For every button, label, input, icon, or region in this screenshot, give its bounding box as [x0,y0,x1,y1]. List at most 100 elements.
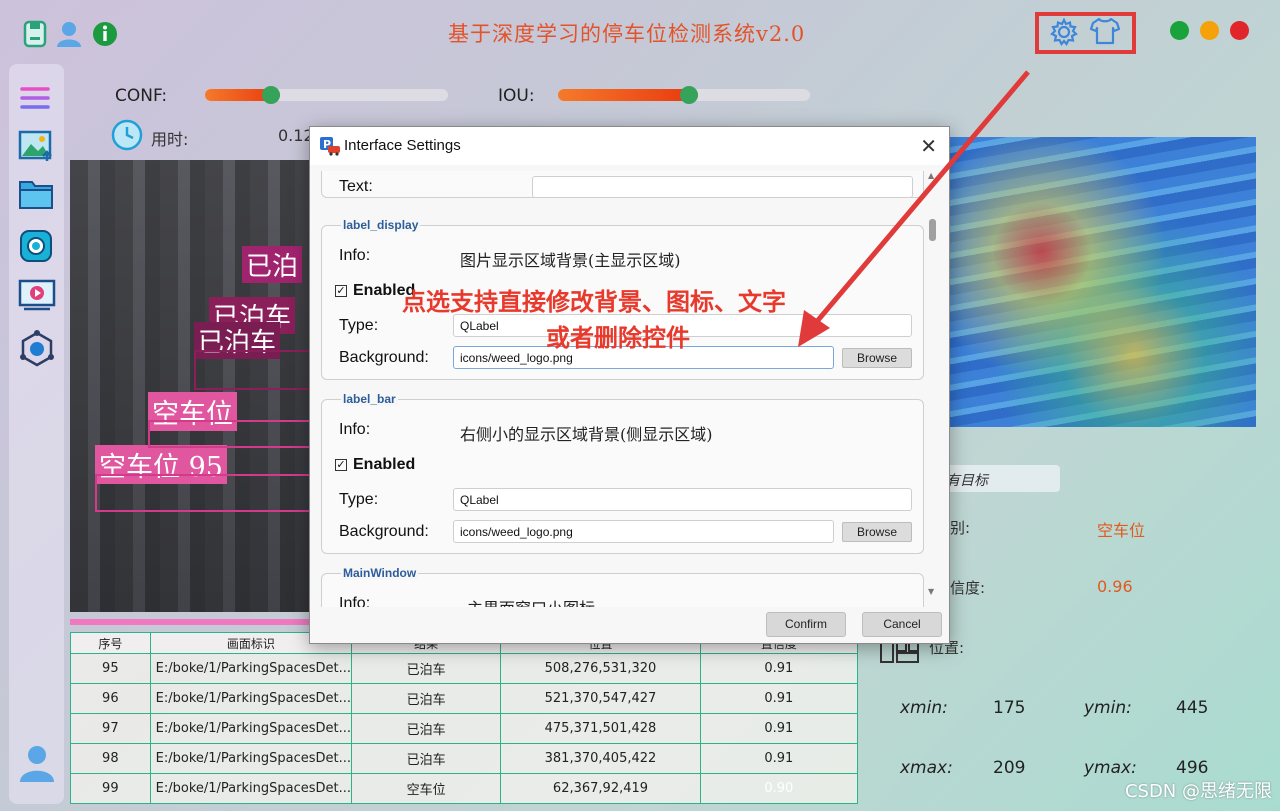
sidebar [9,64,64,804]
xmax-label: xmax: [900,758,953,778]
table-row[interactable]: 97 E:/boke/1/ParkingSpacesDet... 已泊车 475… [70,713,859,744]
conf-slider-handle[interactable] [262,86,280,104]
info-value: 右侧小的显示区域背景(侧显示区域) [460,425,713,444]
table-cell[interactable]: E:/boke/1/ParkingSpacesDet... [149,743,353,774]
avatar-icon[interactable] [19,744,59,784]
table-cell[interactable]: 已泊车 [351,653,502,684]
class-label: 别: [950,519,971,537]
ymin-label: ymin: [1084,698,1132,718]
ymax-value: 496 [1176,758,1209,778]
table-cell[interactable]: 381,370,405,422 [500,743,701,774]
table-cell[interactable]: 0.91 [699,743,859,774]
main-display-image: 已泊 已泊车 已泊车 空车位 空车位 95 [70,160,311,612]
iou-slider-fill [558,89,698,101]
table-cell[interactable]: 0.91 [699,653,859,684]
table-cell[interactable]: 95 [70,653,151,684]
table-cell[interactable]: 62,367,92,419 [500,773,701,804]
table-cell[interactable]: 空车位 [351,773,502,804]
checkbox-check-icon: ✓ [335,285,347,297]
confidence-label: 信度: [950,579,986,597]
table-cell[interactable]: E:/boke/1/ParkingSpacesDet... [149,653,353,684]
settings-highlight-box [1035,12,1136,54]
scroll-down-icon[interactable]: ▼ [928,587,934,596]
user-icon[interactable] [55,20,83,48]
video-icon[interactable] [18,277,58,317]
watermark: CSDN @思绪无限 [1124,781,1272,802]
settings-group-main-window: MainWindow Info: 主界面窗口小图标 [321,566,924,607]
results-table: 序号 画面标识 结果 位置 置信度 95 E:/boke/1/ParkingSp… [70,632,859,804]
iou-slider-handle[interactable] [680,86,698,104]
info-icon[interactable] [91,20,119,48]
ymin-value: 445 [1176,698,1209,718]
maximize-button[interactable] [1170,21,1189,40]
xmin-label: xmin: [900,698,948,718]
table-cell[interactable]: 0.91 [699,713,859,744]
confirm-button[interactable]: Confirm [766,612,846,637]
table-cell[interactable]: 0.91 [699,683,859,714]
table-cell[interactable]: 98 [70,743,151,774]
group-title: label_bar [341,392,398,406]
confidence-value: 0.96 [1097,577,1133,596]
xmin-value: 175 [993,698,1026,718]
settings-group-label-bar: label_bar Info: 右侧小的显示区域背景(侧显示区域) ✓ Enabl… [321,392,924,554]
menu-icon[interactable] [18,81,58,121]
info-label: Info: [339,421,371,438]
table-cell[interactable]: 521,370,547,427 [500,683,701,714]
camera-icon[interactable] [18,228,58,268]
annotation-arrow [798,70,1030,347]
dialog-title: Interface Settings [344,137,461,154]
table-row[interactable]: 98 E:/boke/1/ParkingSpacesDet... 已泊车 381… [70,743,859,774]
app-title: 基于深度学习的停车位检测系统v2.0 [448,22,806,46]
detection-label: 已泊 [242,246,303,283]
table-cell-selected[interactable]: 0.90 [699,773,859,804]
minimize-button[interactable] [1200,21,1219,40]
image-icon[interactable] [18,128,58,168]
time-label: 用时: [151,130,189,149]
checkbox-check-icon: ✓ [335,459,347,471]
table-cell[interactable]: 96 [70,683,151,714]
table-cell[interactable]: 97 [70,713,151,744]
table-cell[interactable]: 已泊车 [351,743,502,774]
enabled-checkbox[interactable]: ✓ Enabled [335,456,415,474]
table-row[interactable]: 99 E:/boke/1/ParkingSpacesDet... 空车位 62,… [70,773,859,804]
folder-icon[interactable] [18,177,58,217]
browse-button[interactable]: Browse [842,522,912,542]
table-row[interactable]: 96 E:/boke/1/ParkingSpacesDet... 已泊车 521… [70,683,859,714]
column-header[interactable]: 序号 [70,632,151,654]
table-row[interactable]: 95 E:/boke/1/ParkingSpacesDet... 已泊车 508… [70,653,859,684]
table-cell[interactable]: E:/boke/1/ParkingSpacesDet... [149,683,353,714]
table-cell[interactable]: E:/boke/1/ParkingSpacesDet... [149,713,353,744]
type-label: Type: [339,317,379,334]
conf-label: CONF: [115,86,168,106]
group-title: MainWindow [341,566,419,580]
detection-box [148,420,311,448]
background-label: Background: [339,349,429,366]
xmax-value: 209 [993,758,1026,778]
ymax-label: ymax: [1084,758,1137,778]
table-cell[interactable]: 已泊车 [351,683,502,714]
type-label: Type: [339,491,379,508]
annotation-text-line2: 或者删除控件 [546,324,690,352]
target-select[interactable]: 有目标 [940,465,1060,492]
conf-slider[interactable] [205,86,448,104]
cancel-button[interactable]: Cancel [862,612,942,637]
close-button[interactable] [1230,21,1249,40]
iou-label: IOU: [498,86,535,106]
save-icon[interactable] [22,20,50,48]
model-icon[interactable] [18,330,58,370]
parking-app-icon: P [319,136,341,156]
annotation-text-line1: 点选支持直接修改背景、图标、文字 [402,288,786,316]
enabled-label: Enabled [353,456,416,473]
type-input[interactable]: QLabel [453,488,912,511]
table-cell[interactable]: 508,276,531,320 [500,653,701,684]
table-cell[interactable]: 475,371,501,428 [500,713,701,744]
table-cell[interactable]: 已泊车 [351,713,502,744]
class-value: 空车位 [1097,521,1146,540]
table-cell[interactable]: 99 [70,773,151,804]
background-label: Background: [339,523,429,540]
iou-slider[interactable] [558,86,810,104]
info-label: Info: [339,595,371,607]
background-input[interactable]: icons/weed_logo.png [453,520,834,543]
clock-icon [111,119,143,151]
table-cell[interactable]: E:/boke/1/ParkingSpacesDet... [149,773,353,804]
